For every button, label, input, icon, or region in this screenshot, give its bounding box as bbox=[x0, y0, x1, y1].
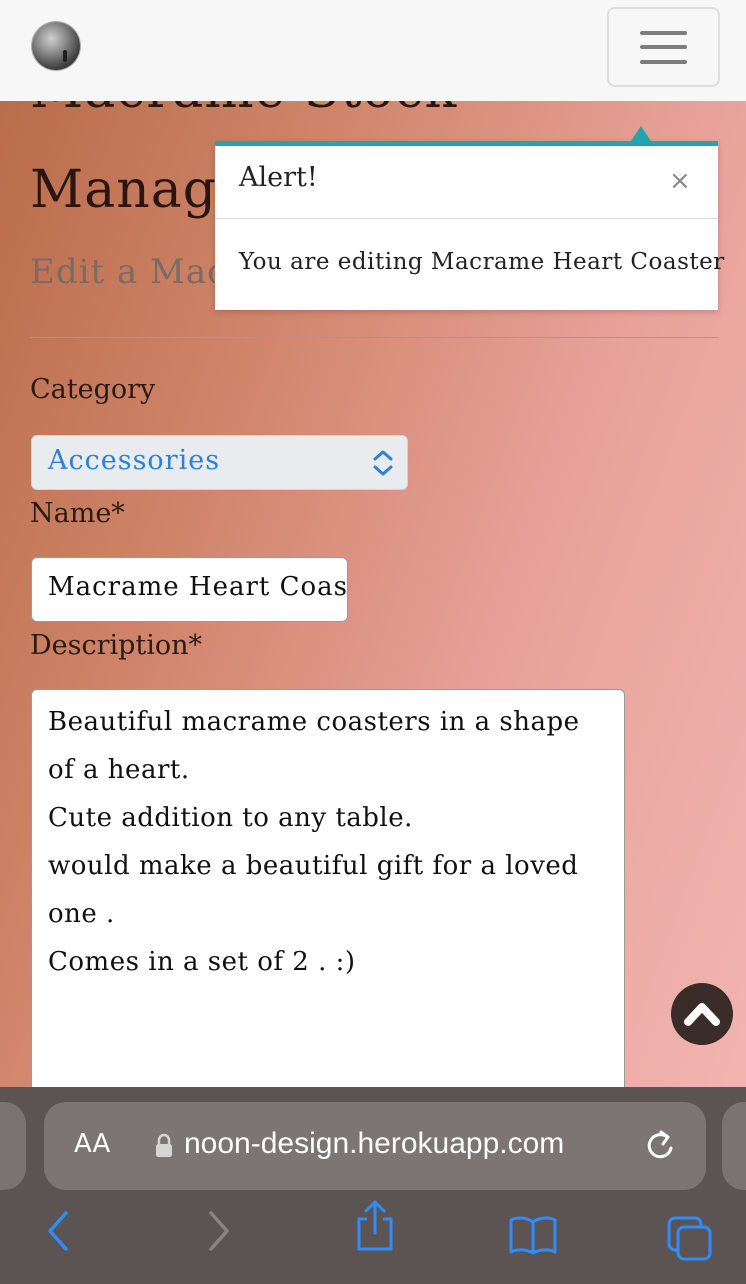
description-line: Comes in a set of 2 . :) bbox=[48, 947, 356, 977]
description-textarea[interactable]: Beautiful macrame coasters in a shape of… bbox=[31, 689, 625, 1109]
back-to-top-button[interactable] bbox=[671, 983, 733, 1045]
description-line: Cute addition to any table. bbox=[48, 803, 413, 833]
hamburger-menu-button[interactable] bbox=[607, 7, 720, 87]
alert-popover: Alert! × You are editing Macrame Heart C… bbox=[215, 126, 724, 310]
tabs-icon[interactable] bbox=[666, 1215, 714, 1263]
hamburger-icon-bar bbox=[640, 45, 687, 49]
lock-icon bbox=[156, 1133, 172, 1157]
previous-tab-preview[interactable] bbox=[0, 1102, 26, 1190]
next-tab-preview[interactable] bbox=[722, 1102, 746, 1190]
close-icon[interactable]: × bbox=[669, 168, 691, 194]
url-text: noon-design.herokuapp.com bbox=[184, 1127, 565, 1160]
forward-icon[interactable] bbox=[203, 1209, 233, 1253]
description-label: Description* bbox=[30, 630, 203, 661]
address-bar[interactable]: AA noon-design.herokuapp.com bbox=[44, 1102, 706, 1190]
popover-title: Alert! bbox=[239, 162, 318, 193]
name-field-value: Macrame Heart Coast bbox=[48, 572, 348, 602]
category-selected-value: Accessories bbox=[48, 445, 221, 476]
popover-arrow bbox=[631, 126, 651, 141]
popover-body: You are editing Macrame Heart Coaster bbox=[239, 249, 725, 275]
description-line: of a heart. bbox=[48, 755, 190, 785]
category-label: Category bbox=[30, 374, 156, 405]
description-line: Beautiful macrame coasters in a shape bbox=[48, 707, 580, 737]
top-navbar bbox=[0, 0, 746, 101]
name-field[interactable]: Macrame Heart Coast bbox=[31, 557, 348, 622]
category-select[interactable]: Accessories bbox=[31, 435, 408, 490]
select-chevron-icon bbox=[373, 450, 393, 476]
hamburger-icon-bar bbox=[640, 60, 687, 64]
popover-divider bbox=[215, 218, 718, 219]
description-line: would make a beautiful gift for a loved bbox=[48, 851, 579, 881]
chevron-up-icon bbox=[684, 1003, 720, 1026]
divider bbox=[30, 337, 719, 338]
description-line: one . bbox=[48, 899, 115, 929]
moon-logo[interactable] bbox=[32, 22, 80, 70]
bookmarks-icon[interactable] bbox=[508, 1215, 558, 1255]
page-subtitle: Edit a Macr bbox=[30, 252, 245, 292]
reader-options-button[interactable]: AA bbox=[74, 1129, 110, 1159]
name-label: Name* bbox=[30, 498, 125, 529]
hamburger-icon-bar bbox=[640, 31, 687, 35]
back-icon[interactable] bbox=[44, 1209, 74, 1253]
reload-icon[interactable] bbox=[644, 1128, 678, 1164]
browser-toolbar: AA noon-design.herokuapp.com bbox=[0, 1087, 746, 1284]
share-icon[interactable] bbox=[354, 1199, 396, 1253]
